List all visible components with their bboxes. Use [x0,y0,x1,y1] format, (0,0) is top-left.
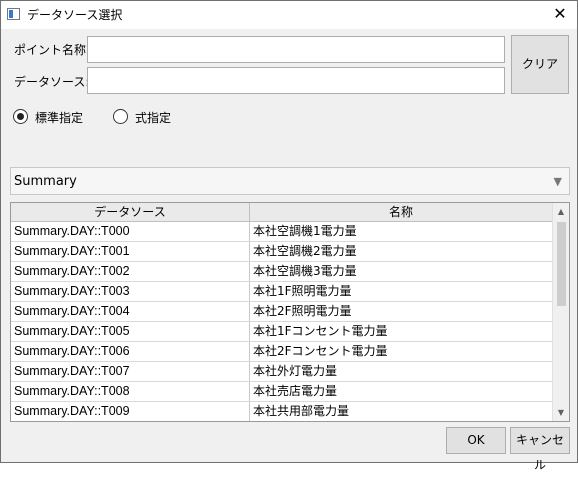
table-row[interactable]: Summary.DAY::T001 本社空調機2電力量 [11,242,552,262]
data-source-cell: Summary.DAY::T009 [11,402,250,421]
ok-button[interactable]: OK [446,427,506,454]
radio-selected-dot [17,113,24,120]
data-source-dialog: データソース選択 ✕ ポイント名称: データソース: クリア 標準指定 式指定 … [0,0,578,472]
data-source-label: データソース: [14,75,90,89]
chevron-down-icon[interactable]: ▼ [554,175,562,188]
table-row[interactable]: Summary.DAY::T006 本社2Fコンセント電力量 [11,342,552,362]
data-source-cell: Summary.DAY::T002 [11,262,250,281]
title-bar[interactable]: データソース選択 ✕ [1,1,577,29]
scroll-down-icon[interactable]: ▼ [553,404,569,421]
formula-radio-label[interactable]: 式指定 [135,109,171,126]
name-cell: 本社2Fコンセント電力量 [253,344,388,358]
data-source-cell: Summary.DAY::T005 [11,322,250,341]
app-icon [7,8,20,20]
category-select-value: Summary [14,174,77,189]
formula-radio[interactable] [113,109,128,124]
point-name-input[interactable] [87,36,505,63]
data-source-input[interactable] [87,67,505,94]
name-cell: 本社空調機1電力量 [253,224,357,238]
standard-radio-label[interactable]: 標準指定 [35,109,83,126]
table-row[interactable]: Summary.DAY::T008 本社売店電力量 [11,382,552,402]
name-cell: 本社共用部電力量 [253,404,350,418]
name-cell: 本社1Fコンセント電力量 [253,324,388,338]
name-cell: 本社空調機2電力量 [253,244,357,258]
table-row[interactable]: Summary.DAY::T004 本社2F照明電力量 [11,302,552,322]
window-title: データソース選択 [27,8,123,22]
table-header: データソース 名称 [11,203,552,222]
vertical-scrollbar[interactable]: ▲ ▼ [552,203,569,421]
data-source-cell: Summary.DAY::T007 [11,362,250,381]
table-row[interactable]: Summary.DAY::T002 本社空調機3電力量 [11,262,552,282]
name-cell: 本社空調機3電力量 [253,264,357,278]
category-select[interactable]: Summary ▼ [10,167,570,195]
column-header-name[interactable]: 名称 [250,203,552,222]
cancel-button[interactable]: キャンセル [510,427,570,472]
table-row[interactable]: Summary.DAY::T003 本社1F照明電力量 [11,282,552,302]
data-source-cell: Summary.DAY::T003 [11,282,250,301]
scroll-up-icon[interactable]: ▲ [553,203,569,220]
table-row[interactable]: Summary.DAY::T009 本社共用部電力量 [11,402,552,421]
clear-button[interactable]: クリア [511,35,569,94]
name-cell: 本社1F照明電力量 [253,284,352,298]
name-cell: 本社2F照明電力量 [253,304,352,318]
data-source-table: データソース 名称 Summary.DAY::T000 本社空調機1電力量 Summ… [10,202,570,422]
table-row[interactable]: Summary.DAY::T007 本社外灯電力量 [11,362,552,382]
name-cell: 本社外灯電力量 [253,364,338,378]
name-cell: 本社売店電力量 [253,384,338,398]
data-source-cell: Summary.DAY::T000 [11,222,250,241]
table-body: Summary.DAY::T000 本社空調機1電力量 Summary.DAY::T… [11,222,552,421]
data-source-cell: Summary.DAY::T001 [11,242,250,261]
data-source-cell: Summary.DAY::T008 [11,382,250,401]
data-source-cell: Summary.DAY::T004 [11,302,250,321]
scroll-thumb[interactable] [557,222,566,306]
data-source-cell: Summary.DAY::T006 [11,342,250,361]
column-header-data-source[interactable]: データソース [11,203,250,222]
point-name-label: ポイント名称: [14,43,91,57]
table-row[interactable]: Summary.DAY::T005 本社1Fコンセント電力量 [11,322,552,342]
standard-radio[interactable] [13,109,28,124]
table-row[interactable]: Summary.DAY::T000 本社空調機1電力量 [11,222,552,242]
close-icon[interactable]: ✕ [543,1,577,29]
